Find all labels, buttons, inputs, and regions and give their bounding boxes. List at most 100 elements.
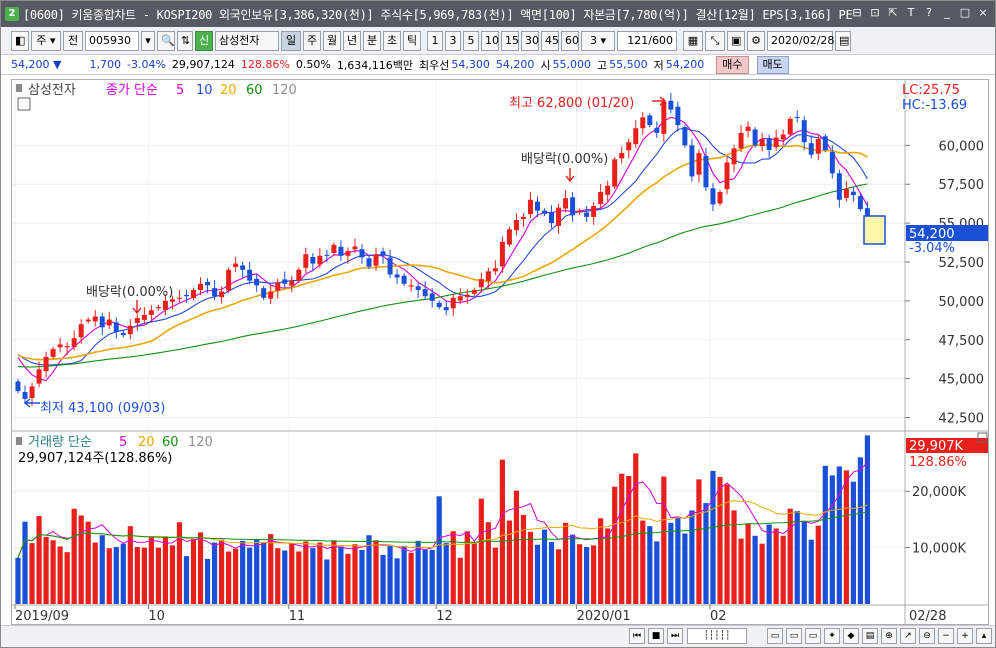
search-icon[interactable]: 🔍	[157, 30, 175, 51]
period-tick[interactable]: 틱	[403, 30, 421, 51]
volume-bar	[85, 521, 91, 604]
help-icon[interactable]: ?	[921, 5, 937, 21]
volume-bar	[275, 548, 281, 604]
tool-icon[interactable]: ◆	[843, 628, 859, 644]
candle-body	[506, 229, 512, 245]
next-icon[interactable]: ⏭	[667, 628, 683, 644]
candle-body	[794, 117, 800, 119]
volume-bar	[773, 528, 779, 604]
view-icon[interactable]: ▭	[767, 628, 783, 644]
view3-icon[interactable]: ▭	[805, 628, 821, 644]
pin-icon[interactable]: ⇱	[885, 5, 901, 21]
zoom-out-icon[interactable]: −	[938, 628, 954, 644]
minute-60[interactable]: 60	[561, 30, 579, 51]
ma-legend-5: 5	[176, 83, 184, 98]
price-tick-label: 45,000	[939, 373, 985, 388]
restore-layout-icon[interactable]: ⊡	[867, 5, 883, 21]
volume-bar	[303, 541, 309, 604]
volume-bar	[50, 540, 56, 604]
expand-icon[interactable]: ▴	[976, 628, 992, 644]
volume-bar	[113, 547, 119, 604]
volume-bar	[218, 539, 225, 604]
price-cursor-box[interactable]	[863, 215, 886, 245]
chart-area[interactable]: 42,500 45,000 47,500 50,000 52,500 55,000 57,5…	[11, 79, 989, 625]
sell-button[interactable]: 매도	[756, 55, 789, 74]
minute-5[interactable]: 5	[463, 30, 479, 51]
volume-bar	[64, 552, 70, 604]
minute-45[interactable]: 45	[541, 30, 559, 51]
crosshair-icon[interactable]: ⊕	[881, 628, 897, 644]
volume-bar	[310, 548, 316, 604]
candle-body	[577, 210, 583, 213]
arrow-icon[interactable]: ↗	[900, 628, 916, 644]
period-minute[interactable]: 분	[363, 30, 381, 51]
step-icon[interactable]: ⇅	[177, 30, 193, 51]
candle-body	[780, 134, 786, 140]
quote-open-label: 시	[540, 58, 551, 72]
ruler-icon[interactable]: ▤	[862, 628, 878, 644]
bar-count-input[interactable]: 121/600	[617, 30, 677, 51]
buy-button[interactable]: 매수	[716, 55, 749, 74]
code-dropdown-icon[interactable]: ▾	[141, 30, 155, 51]
volume-bar	[247, 547, 253, 604]
zoom-icon[interactable]: ⊖	[919, 628, 935, 644]
volume-bar	[317, 542, 323, 604]
layout-icon[interactable]: ◧	[11, 30, 29, 51]
candle-body	[226, 269, 232, 291]
candle-body	[471, 290, 477, 294]
volume-bar	[134, 547, 140, 604]
minute-30[interactable]: 30	[521, 30, 539, 51]
volume-panel-handle-icon[interactable]	[16, 437, 22, 445]
zoom-in-icon[interactable]: +	[957, 628, 973, 644]
period-year[interactable]: 년	[343, 30, 361, 51]
scope-select[interactable]: 전	[63, 30, 83, 51]
candle-body	[815, 139, 821, 154]
price-volume-chart[interactable]: 42,50045,00047,50050,00052,50055,00057,5…	[12, 80, 988, 624]
first-icon[interactable]: ⏮	[629, 628, 645, 644]
maximize-icon[interactable]: □	[957, 5, 973, 21]
table-view-icon[interactable]	[17, 97, 31, 111]
scroll-slider[interactable]: ┆┆┆┆┆	[687, 628, 747, 644]
title-bar[interactable]: 2 [0600] 키움종합차트 - KOSPI200 외국인보유[3,386,3…	[1, 1, 995, 27]
close-icon[interactable]: ×	[975, 5, 991, 21]
code-input[interactable]: 005930	[85, 30, 139, 51]
period-month[interactable]: 월	[323, 30, 341, 51]
candle-body	[724, 162, 730, 190]
candle-body	[850, 191, 856, 196]
volume-bar	[864, 435, 871, 604]
period-second[interactable]: 초	[383, 30, 401, 51]
minute-1[interactable]: 1	[427, 30, 443, 51]
date-input[interactable]: 2020/02/28	[767, 30, 834, 51]
draw-tools-icon[interactable]: ⤡	[705, 30, 725, 51]
candle-body	[598, 192, 604, 205]
gear-icon[interactable]: ⚙	[747, 30, 765, 51]
candle-body	[520, 216, 526, 220]
grid-icon[interactable]: ▦	[683, 30, 703, 51]
save-icon[interactable]: ▣	[727, 30, 745, 51]
minimize-icon[interactable]: _	[939, 5, 955, 21]
candle-body	[485, 271, 491, 281]
minute-15[interactable]: 15	[501, 30, 519, 51]
indicator-icon[interactable]: ✦	[824, 628, 840, 644]
candle-body	[703, 155, 709, 188]
candle-body	[127, 325, 133, 335]
period-day[interactable]: 일	[281, 30, 301, 51]
stock-name: 삼성전자	[215, 30, 279, 51]
stop-icon[interactable]: ■	[648, 628, 664, 644]
view2-icon[interactable]: ▭	[786, 628, 802, 644]
calendar-icon[interactable]: ▤	[835, 30, 851, 51]
volume-bar	[668, 522, 674, 604]
interval-select[interactable]: 3 ▾	[581, 30, 615, 51]
candle-body	[668, 100, 674, 110]
minute-10[interactable]: 10	[481, 30, 499, 51]
volume-bar	[696, 479, 702, 604]
font-icon[interactable]: T	[903, 5, 919, 21]
candle-body	[457, 296, 463, 301]
stock-legend: 삼성전자	[28, 83, 76, 98]
market-type-select[interactable]: 주 ▾	[31, 30, 61, 51]
panel-handle-icon[interactable]	[16, 84, 22, 92]
minute-3[interactable]: 3	[445, 30, 461, 51]
candle-body	[612, 159, 618, 187]
period-week[interactable]: 주	[303, 30, 321, 51]
tile-icon[interactable]: ⊟	[849, 5, 865, 21]
